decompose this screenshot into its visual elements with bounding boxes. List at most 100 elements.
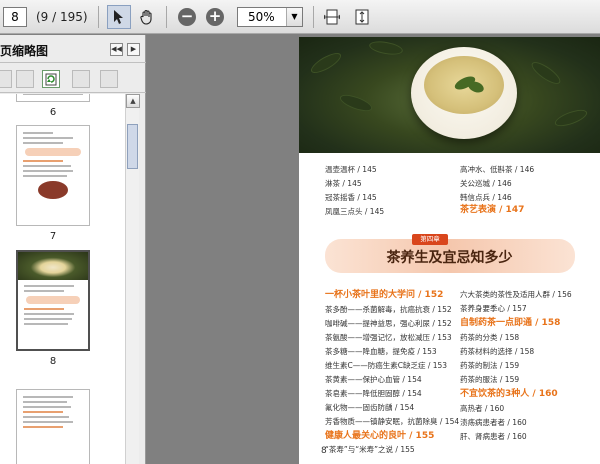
page-options-icon[interactable] bbox=[0, 70, 12, 88]
thumbnail-label: 7 bbox=[49, 231, 57, 242]
zoom-in-icon[interactable]: + bbox=[203, 5, 227, 29]
toc-entry: 茶皂素——降低胆固醇 / 154 bbox=[325, 389, 422, 398]
thumb-text-line bbox=[23, 406, 71, 408]
thumbnail-page-9[interactable] bbox=[16, 389, 90, 464]
toc-entry: 高热者 / 160 bbox=[460, 404, 505, 413]
fit-width-icon[interactable] bbox=[320, 5, 344, 29]
toc-heading: 自制药茶一点即通 / 158 bbox=[460, 318, 561, 328]
thumb-text-line bbox=[24, 290, 64, 292]
toc-entry: 茶氨酸——增强记忆，放松减压 / 153 bbox=[325, 333, 452, 342]
page-count: (9 / 195) bbox=[36, 10, 88, 24]
toc-entry: 药茶材料的选择 / 158 bbox=[460, 347, 535, 356]
thumbnail-panel: 页缩略图 ◀◀ ▶ 6 7 8 ▲ bbox=[0, 35, 146, 464]
thumb-banner bbox=[25, 148, 81, 156]
fit-page-icon[interactable] bbox=[350, 5, 374, 29]
toc-entry: 芳香物质——镇静安眠，抗菌除臭 / 154 bbox=[325, 417, 460, 426]
toc-heading: 健康人最关心的良叶 / 155 bbox=[325, 431, 435, 441]
thumb-text-line bbox=[23, 401, 67, 403]
thumb-text-line bbox=[23, 165, 71, 167]
tea-cup bbox=[411, 47, 517, 139]
thumb-text-line bbox=[24, 318, 72, 320]
toolbar-divider bbox=[98, 6, 99, 28]
thumb-text-line bbox=[23, 421, 73, 423]
toc-entry: 维生素C——防癌生素C缺乏症 / 153 bbox=[325, 361, 448, 370]
toc-entry: 氟化物——固齿防龋 / 154 bbox=[325, 403, 415, 412]
page-number-input[interactable]: 8 bbox=[3, 7, 27, 27]
leaf-shape bbox=[528, 58, 564, 88]
zoom-select[interactable]: 50% ▼ bbox=[237, 7, 303, 27]
thumb-heading-line bbox=[24, 308, 64, 310]
thumbnail-page-8[interactable] bbox=[16, 250, 90, 351]
thumb-heading-line bbox=[23, 411, 63, 413]
tea-surface bbox=[424, 56, 504, 114]
panel-title: 页缩略图 bbox=[0, 44, 49, 58]
thumb-heading-line bbox=[23, 160, 63, 162]
toc-entry: 冠茶摇香 / 145 bbox=[325, 193, 377, 202]
toc-entry: 茶黄素——保护心血管 / 154 bbox=[325, 375, 422, 384]
thumb-text-line bbox=[23, 142, 63, 144]
toc-entry: 关公巡城 / 146 bbox=[460, 179, 512, 188]
floating-leaf bbox=[466, 79, 486, 95]
leaf-shape bbox=[368, 39, 404, 57]
leaf-shape bbox=[552, 106, 590, 130]
zoom-value: 50% bbox=[248, 10, 275, 24]
toolbar-divider bbox=[166, 6, 167, 28]
thumbnail-page-7[interactable] bbox=[16, 125, 90, 226]
toc-entry: 咖啡碱——提神益思，强心利尿 / 152 bbox=[325, 319, 452, 328]
thumb-text-line bbox=[24, 285, 74, 287]
toc-heading: 不宜饮茶的3种人 / 160 bbox=[460, 389, 558, 399]
toc-entry: 凤凰三点头 / 145 bbox=[325, 207, 385, 216]
thumb-image bbox=[38, 181, 68, 199]
thumb-heading-line bbox=[23, 426, 63, 428]
collapse-panel-icon[interactable]: ◀◀ bbox=[110, 43, 123, 56]
toc-heading: 一杯小茶叶里的大学问 / 152 bbox=[325, 290, 444, 300]
toc-entry: 肝、肾病患者 / 160 bbox=[460, 432, 527, 441]
toc-entry: 温壶温杯 / 145 bbox=[325, 165, 377, 174]
chapter-badge: 第四章 bbox=[412, 234, 448, 245]
thumbnail-page-6[interactable] bbox=[16, 94, 90, 102]
toc-entry: 茶多糖——降血糖，提免疫 / 153 bbox=[325, 347, 437, 356]
thumbnail-scrollbar[interactable]: ▲ bbox=[125, 94, 140, 464]
scroll-up-icon[interactable]: ▲ bbox=[126, 94, 140, 108]
zoom-out-icon[interactable]: − bbox=[175, 5, 199, 29]
thumb-banner bbox=[26, 296, 80, 304]
rotate-page-icon[interactable] bbox=[42, 70, 60, 88]
toc-entry: 韩信点兵 / 146 bbox=[460, 193, 512, 202]
thumb-text-line bbox=[23, 137, 73, 139]
page-number-footer: 8 bbox=[321, 446, 327, 456]
thumbnail-list: 6 7 8 bbox=[0, 94, 125, 464]
extract-page-icon[interactable] bbox=[100, 70, 118, 88]
leaf-shape bbox=[308, 49, 344, 77]
thumbnail-label: 8 bbox=[49, 356, 57, 367]
toc-entry: 六大茶类的茶性及适用人群 / 156 bbox=[460, 290, 572, 299]
hand-icon[interactable] bbox=[135, 5, 159, 29]
thumb-text-line bbox=[23, 132, 53, 134]
thumb-text-line bbox=[23, 94, 83, 95]
panel-next-icon[interactable]: ▶ bbox=[127, 43, 140, 56]
thumb-text-line bbox=[24, 323, 68, 325]
toc-entry: 茶养身要季心 / 157 bbox=[460, 304, 527, 313]
select-icon[interactable] bbox=[107, 5, 131, 29]
toolbar-divider bbox=[313, 6, 314, 28]
chevron-down-icon[interactable]: ▼ bbox=[286, 8, 302, 26]
toolbar: 8 (9 / 195) − + 50% ▼ bbox=[0, 0, 600, 34]
thumb-image bbox=[18, 252, 88, 280]
thumb-text-line bbox=[23, 170, 73, 172]
chapter-title: 茶养生及宜忌知多少 bbox=[386, 250, 513, 266]
document-page: 温壶温杯 / 145 淋茶 / 145 冠茶摇香 / 145 凤凰三点头 / 1… bbox=[299, 37, 600, 464]
tea-cup-photo bbox=[299, 37, 600, 153]
panel-toolbar bbox=[0, 63, 146, 93]
delete-page-icon[interactable] bbox=[16, 70, 34, 88]
scrollbar-thumb[interactable] bbox=[127, 124, 138, 169]
thumb-text-line bbox=[23, 416, 69, 418]
toc-heading: 茶艺表演 / 147 bbox=[460, 205, 525, 215]
toc-entry: 高冲水、低斟茶 / 146 bbox=[460, 165, 535, 174]
toc-entry: 药茶的制法 / 159 bbox=[460, 361, 520, 370]
insert-page-icon[interactable] bbox=[72, 70, 90, 88]
toc-entry: 淋茶 / 145 bbox=[325, 179, 362, 188]
thumb-text-line bbox=[23, 396, 73, 398]
thumb-text-line bbox=[23, 175, 67, 177]
toc-entry: “茶寿”与“米寿”之说 / 155 bbox=[325, 445, 415, 454]
leaf-shape bbox=[337, 91, 375, 115]
toc-entry: 茶多酚——杀菌解毒，抗癌抗衰 / 152 bbox=[325, 305, 452, 314]
